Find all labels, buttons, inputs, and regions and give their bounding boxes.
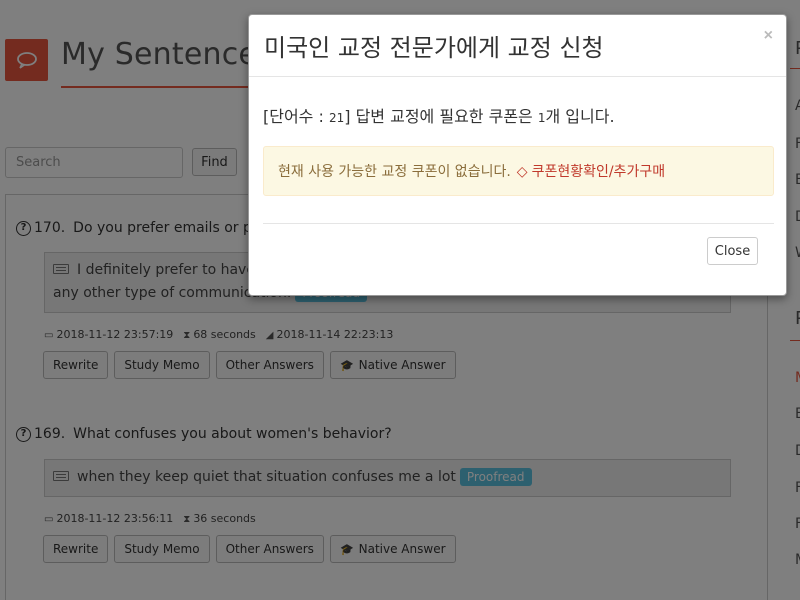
modal-title: 미국인 교정 전문가에게 교정 신청 — [264, 34, 604, 62]
word-count: 21 — [328, 111, 345, 125]
coupon-suffix: 개 입니다. — [545, 107, 615, 126]
modal-divider — [263, 223, 774, 224]
alert-text: 현재 사용 가능한 교정 쿠폰이 없습니다. — [278, 164, 511, 180]
proofread-request-modal: 미국인 교정 전문가에게 교정 신청 × [단어수 : 21] 답변 교정에 필… — [248, 14, 787, 296]
modal-header: 미국인 교정 전문가에게 교정 신청 × — [249, 15, 786, 77]
tag-icon: ◇ — [516, 164, 528, 180]
page: My Sentences Find ? 170. Do you prefer e… — [0, 0, 800, 600]
coupon-link-label: 쿠폰현황확인/추가구매 — [531, 164, 666, 180]
coupon-requirement-text: [단어수 : 21] 답변 교정에 필요한 쿠폰은 1개 입니다. — [263, 103, 615, 127]
close-icon[interactable]: × — [764, 27, 773, 45]
no-coupon-alert: 현재 사용 가능한 교정 쿠폰이 없습니다. ◇ 쿠폰현황확인/추가구매 — [263, 146, 774, 196]
close-button[interactable]: Close — [707, 237, 758, 265]
coupon-status-link[interactable]: ◇ 쿠폰현황확인/추가구매 — [517, 161, 665, 181]
word-count-label: [단어수 : — [263, 107, 329, 126]
word-count-suffix: ] 답변 교정에 필요한 쿠폰은 — [344, 107, 538, 126]
